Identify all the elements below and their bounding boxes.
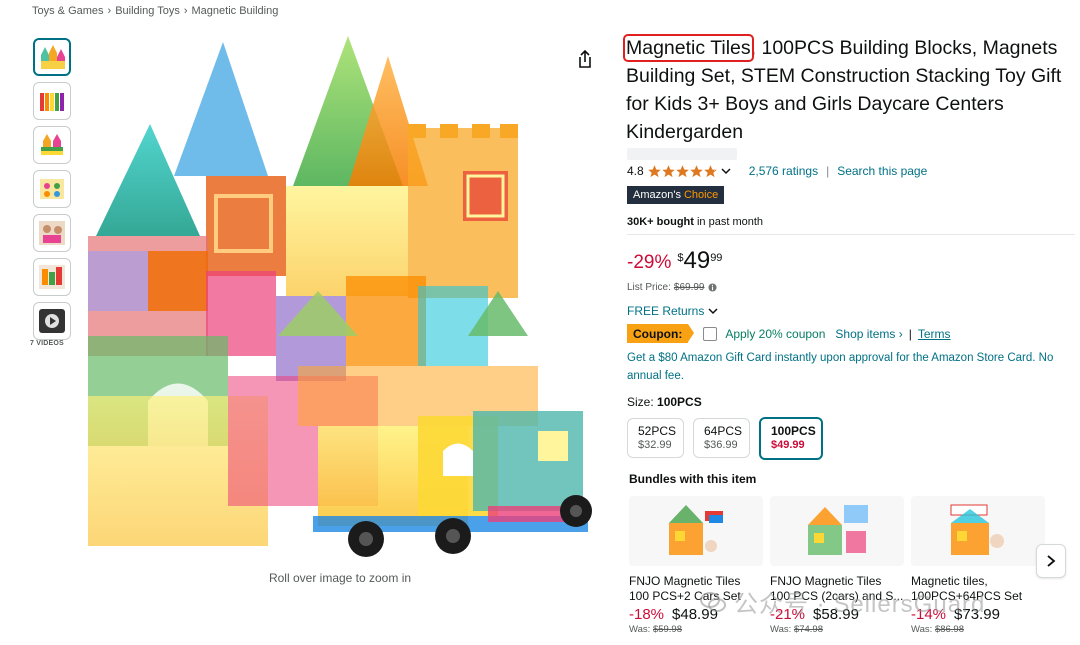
- size-label: Size: 100PCS: [627, 395, 702, 409]
- zoom-hint: Roll over image to zoom in: [268, 571, 412, 585]
- was-value: $74.98: [793, 624, 823, 635]
- title-highlight: Magnetic Tiles: [623, 34, 754, 62]
- thumbnail-kids-playing[interactable]: [33, 214, 71, 252]
- badge-tail: [718, 186, 724, 204]
- size-selected: 100PCS: [657, 395, 702, 409]
- chevron-down-icon: [708, 308, 718, 315]
- price-block: -29% $ 49 99: [627, 248, 722, 274]
- breadcrumb-link-toys[interactable]: Toys & Games: [32, 5, 104, 17]
- star-icon: [675, 164, 689, 177]
- list-price-value: $69.99: [673, 282, 705, 293]
- info-icon[interactable]: [707, 283, 717, 292]
- size-option-price: $36.99: [704, 439, 738, 451]
- main-product-image[interactable]: [88, 36, 594, 566]
- bought-rest: in past month: [693, 216, 764, 228]
- search-page-link[interactable]: Search this page: [837, 164, 927, 178]
- product-title: Magnetic Tiles, 100PCS Building Blocks, …: [623, 34, 1066, 146]
- divider: |: [826, 164, 830, 178]
- list-price-label: List Price:: [627, 282, 671, 293]
- badge-prefix: Amazon's: [633, 189, 681, 201]
- badge-accent: Choice: [683, 189, 719, 201]
- chevron-down-icon[interactable]: [721, 166, 731, 176]
- chevron-right-icon: [1047, 555, 1056, 567]
- shop-items-link[interactable]: Shop items ›: [835, 327, 902, 341]
- video-count-label: 7 VIDEOS: [30, 340, 64, 347]
- thumbnail-strip: [33, 38, 71, 340]
- breadcrumb: Toys & Games › Building Toys › Magnetic …: [32, 5, 278, 17]
- star-icon: [689, 164, 703, 177]
- terms-link[interactable]: Terms: [918, 327, 951, 341]
- breadcrumb-separator: ›: [107, 5, 112, 17]
- free-returns[interactable]: FREE Returns: [627, 304, 718, 318]
- free-returns-link[interactable]: FREE Returns: [627, 304, 704, 318]
- breadcrumb-separator: ›: [183, 5, 188, 17]
- ratings-count-link[interactable]: 2,576 ratings: [749, 164, 818, 178]
- bought-bold: 30K+ bought: [627, 216, 694, 228]
- star-rating-icon[interactable]: [647, 164, 717, 178]
- was-label: Was:: [911, 624, 933, 635]
- bundle-discount: -18%: [629, 606, 665, 623]
- divider: |: [908, 326, 912, 341]
- redacted-store-link: [627, 148, 737, 160]
- thumbnail-castle-2[interactable]: [33, 126, 71, 164]
- coupon-badge: Coupon:: [627, 324, 695, 343]
- divider-line: [627, 234, 1075, 235]
- thumbnail-video[interactable]: [33, 302, 71, 340]
- thumbnail-box[interactable]: [33, 170, 71, 208]
- size-option-name: 64PCS: [704, 424, 743, 438]
- breadcrumb-link-building-toys[interactable]: Building Toys: [115, 5, 180, 17]
- bundle-was-price: Was: $86.98: [911, 624, 1045, 635]
- bundle-image[interactable]: [911, 496, 1045, 566]
- carousel-next-button[interactable]: [1036, 544, 1066, 578]
- size-option-name: 52PCS: [638, 424, 677, 438]
- size-options: 52PCS $32.99 64PCS $36.99 100PCS $49.99: [627, 417, 823, 460]
- list-price: List Price: $69.99: [627, 282, 717, 293]
- star-icon: [647, 164, 661, 177]
- bundle-was-price: Was: $59.98: [629, 624, 763, 635]
- size-option-name: 100PCS: [771, 424, 816, 438]
- rating-row: 4.8 2,576 ratings | Search this page: [627, 164, 927, 178]
- share-icon[interactable]: [574, 48, 596, 70]
- gift-card-offer[interactable]: Get a $80 Amazon Gift Card instantly upo…: [627, 349, 1067, 385]
- size-option-100pcs[interactable]: 100PCS $49.99: [759, 417, 823, 460]
- was-label: Was:: [629, 624, 651, 635]
- size-option-52pcs[interactable]: 52PCS $32.99: [627, 418, 684, 458]
- watermark: 公众号 · SellersGuard: [700, 584, 985, 619]
- star-icon: [703, 164, 717, 177]
- coupon-checkbox[interactable]: [703, 326, 718, 341]
- size-label-text: Size:: [627, 395, 654, 409]
- discount-percent: -29%: [627, 252, 672, 273]
- thumbnail-castle[interactable]: [33, 38, 71, 76]
- coupon-row: Coupon: Apply 20% coupon Shop items › | …: [627, 324, 951, 343]
- amazons-choice-badge[interactable]: Amazon's Choice: [627, 186, 725, 204]
- bundle-was-price: Was: $74.98: [770, 624, 904, 635]
- size-option-price: $32.99: [638, 439, 672, 451]
- bundle-image[interactable]: [629, 496, 763, 566]
- thumbnail-tiles-colors[interactable]: [33, 258, 71, 296]
- star-icon: [661, 164, 675, 177]
- thumbnail-rainbow-tiles[interactable]: [33, 82, 71, 120]
- price-fraction: 99: [710, 252, 723, 264]
- bundles-title: Bundles with this item: [629, 472, 757, 486]
- breadcrumb-link-magnetic-building[interactable]: Magnetic Building: [192, 5, 279, 17]
- was-value: $59.98: [652, 624, 682, 635]
- bought-count: 30K+ bought in past month: [627, 216, 763, 228]
- watermark-text: 公众号 · SellersGuard: [734, 591, 986, 618]
- price-whole: 49: [683, 247, 711, 274]
- rating-value: 4.8: [627, 164, 644, 178]
- size-option-price: $49.99: [771, 439, 805, 451]
- wechat-icon: [700, 591, 726, 612]
- was-label: Was:: [770, 624, 792, 635]
- was-value: $86.98: [934, 624, 964, 635]
- size-option-64pcs[interactable]: 64PCS $36.99: [693, 418, 750, 458]
- apply-coupon-label[interactable]: Apply 20% coupon: [725, 327, 825, 341]
- bundle-image[interactable]: [770, 496, 904, 566]
